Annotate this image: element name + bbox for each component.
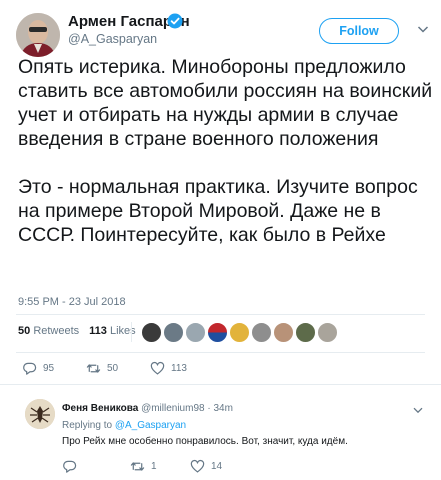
heart-icon: [190, 459, 205, 473]
liker-avatar[interactable]: [207, 322, 228, 343]
divider: [16, 314, 425, 315]
tweet-timestamp[interactable]: 9:55 PM - 23 Jul 2018: [18, 296, 126, 308]
like-action[interactable]: 14: [190, 459, 250, 474]
reply-action[interactable]: [62, 459, 130, 474]
retweets-label: Retweets: [33, 325, 80, 337]
tweet-paragraph: Это - нормальная практика. Изучите вопро…: [18, 176, 418, 246]
likes-stat[interactable]: 113 Likes: [89, 325, 136, 337]
reply-icon: [23, 362, 37, 375]
retweet-action[interactable]: 50: [86, 361, 150, 376]
replying-to: Replying to @A_Gasparyan: [62, 420, 186, 431]
author-avatar[interactable]: [16, 13, 60, 57]
tweet-paragraph: Опять истерика. Минобороны предложило ст…: [18, 56, 433, 150]
retweets-stat[interactable]: 50 Retweets: [18, 325, 79, 337]
divider: [0, 384, 441, 385]
reply-like-count: 14: [211, 460, 223, 472]
reply-author-handle[interactable]: @millenium98: [141, 403, 205, 414]
like-action[interactable]: 113: [150, 361, 214, 376]
tweet-actions: 95 50 113: [22, 359, 214, 377]
retweet-icon: [86, 363, 101, 373]
reply-count: 95: [43, 362, 55, 374]
liker-avatars: [141, 322, 339, 344]
liker-avatar[interactable]: [163, 322, 184, 343]
retweet-icon: [130, 461, 145, 471]
likes-count: 113: [89, 325, 107, 337]
tweet-stats: 50 Retweets 113 Likes: [18, 325, 136, 337]
replying-to-link[interactable]: @A_Gasparyan: [115, 420, 186, 431]
reply-actions: 1 14: [62, 457, 250, 475]
reply-time[interactable]: 34m: [213, 403, 232, 414]
follow-button[interactable]: Follow: [319, 18, 399, 44]
main-tweet: Армен Гаспарян @A_Gasparyan Follow Опять…: [0, 0, 441, 388]
tweet-text: Опять истерика. Минобороны предложило ст…: [18, 55, 433, 247]
retweet-count: 50: [107, 362, 119, 374]
verified-badge-icon: [167, 13, 183, 29]
reply-header: Феня Веникова @millenium98 · 34m: [62, 403, 233, 414]
liker-avatar[interactable]: [251, 322, 272, 343]
retweet-action[interactable]: 1: [130, 459, 190, 474]
reply-author-name[interactable]: Феня Веникова: [62, 403, 138, 414]
heart-icon: [150, 361, 165, 375]
reply-separator: ·: [207, 403, 211, 414]
reply-tweet[interactable]: Феня Веникова @millenium98 · 34m Replyin…: [0, 393, 441, 480]
liker-avatar[interactable]: [185, 322, 206, 343]
reply-retweet-count: 1: [151, 460, 157, 472]
reply-icon: [63, 460, 77, 473]
stats-separator: [131, 322, 132, 342]
reply-action[interactable]: 95: [22, 361, 86, 376]
chevron-down-icon[interactable]: [416, 22, 430, 36]
liker-avatar[interactable]: [317, 322, 338, 343]
liker-avatar[interactable]: [295, 322, 316, 343]
divider: [16, 352, 425, 353]
author-handle[interactable]: @A_Gasparyan: [68, 32, 157, 46]
replying-prefix: Replying to: [62, 420, 113, 431]
liker-avatar[interactable]: [229, 322, 250, 343]
like-count: 113: [171, 362, 187, 374]
reply-text: Про Рейх мне особенно понравилось. Вот, …: [62, 436, 348, 447]
chevron-down-icon[interactable]: [412, 404, 424, 416]
reply-author-avatar[interactable]: [25, 399, 55, 429]
retweets-count: 50: [18, 325, 31, 337]
liker-avatar[interactable]: [273, 322, 294, 343]
liker-avatar[interactable]: [141, 322, 162, 343]
